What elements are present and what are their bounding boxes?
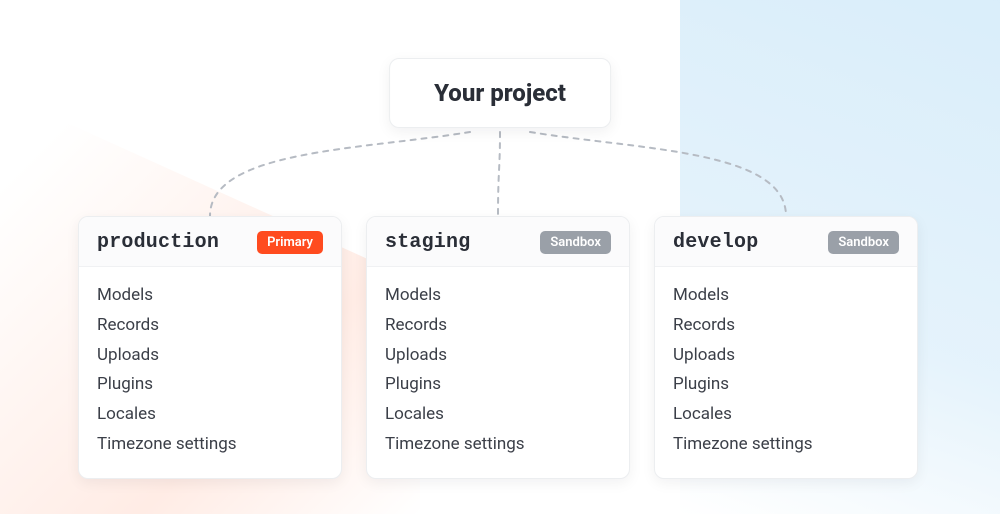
- environment-header: develop Sandbox: [655, 217, 917, 267]
- environment-header: production Primary: [79, 217, 341, 267]
- environment-badge-primary: Primary: [257, 231, 323, 254]
- environment-card-staging: staging Sandbox Models Records Uploads P…: [366, 216, 630, 479]
- environment-item: Models: [673, 281, 899, 311]
- environment-item: Plugins: [385, 370, 611, 400]
- environment-body: Models Records Uploads Plugins Locales T…: [79, 267, 341, 478]
- environment-item: Timezone settings: [385, 430, 611, 460]
- project-card: Your project: [389, 58, 611, 128]
- environment-item: Locales: [385, 400, 611, 430]
- environment-card-production: production Primary Models Records Upload…: [78, 216, 342, 479]
- environment-item: Models: [385, 281, 611, 311]
- project-title: Your project: [434, 79, 566, 107]
- environment-item: Timezone settings: [97, 430, 323, 460]
- environment-item: Timezone settings: [673, 430, 899, 460]
- environment-item: Uploads: [97, 341, 323, 371]
- environment-name: staging: [385, 231, 470, 254]
- environment-item: Models: [97, 281, 323, 311]
- environment-body: Models Records Uploads Plugins Locales T…: [655, 267, 917, 478]
- environment-name: production: [97, 231, 219, 254]
- environment-item: Plugins: [97, 370, 323, 400]
- environment-badge-sandbox: Sandbox: [540, 231, 611, 254]
- environment-item: Uploads: [673, 341, 899, 371]
- environment-name: develop: [673, 231, 758, 254]
- environment-item: Locales: [673, 400, 899, 430]
- environment-header: staging Sandbox: [367, 217, 629, 267]
- environment-item: Locales: [97, 400, 323, 430]
- environment-badge-sandbox: Sandbox: [828, 231, 899, 254]
- environment-item: Uploads: [385, 341, 611, 371]
- environment-item: Records: [673, 311, 899, 341]
- environment-item: Records: [385, 311, 611, 341]
- environment-item: Plugins: [673, 370, 899, 400]
- environment-card-develop: develop Sandbox Models Records Uploads P…: [654, 216, 918, 479]
- environment-item: Records: [97, 311, 323, 341]
- environment-body: Models Records Uploads Plugins Locales T…: [367, 267, 629, 478]
